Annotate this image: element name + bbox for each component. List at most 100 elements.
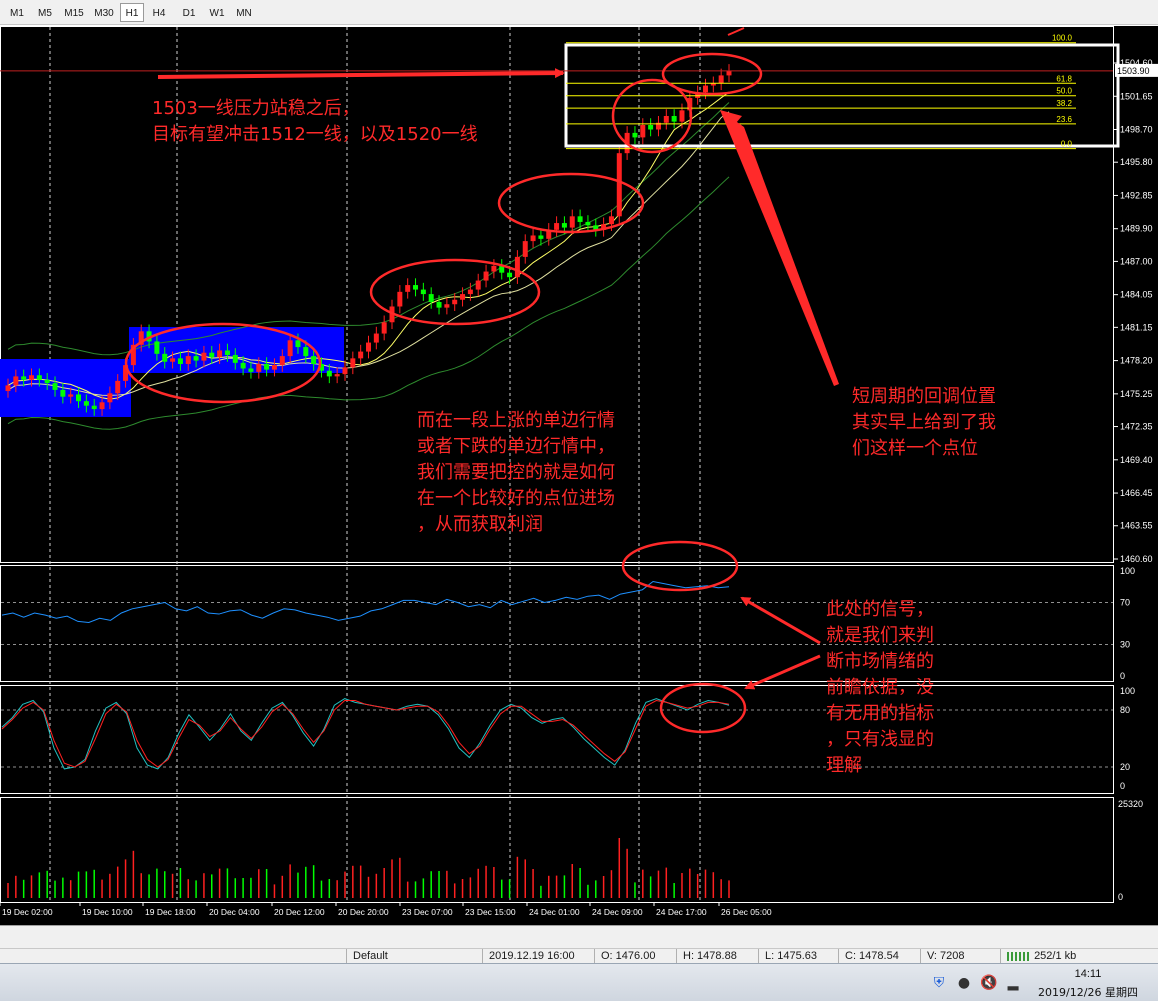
candle-body (326, 370, 332, 377)
candle-body (240, 362, 246, 369)
annotation-indicator-note: 此处的信号， 就是我们来判 断市场情绪的 前瞻依据，没 有无用的指标 ，只有浅显… (826, 599, 934, 776)
status-profile: Default (346, 949, 482, 963)
candle-body (91, 405, 97, 410)
candle-body (232, 354, 238, 363)
price-axis-label: 1469.40 (1120, 455, 1153, 465)
shield-icon[interactable]: ⛨ (930, 974, 948, 992)
candle-body (381, 322, 387, 334)
candle-body (256, 363, 262, 372)
candle-body (475, 280, 481, 290)
time-axis-label: 24 Dec 17:00 (656, 907, 707, 917)
timeframe-button-w1[interactable]: W1 (204, 3, 230, 22)
timeframe-button-mn[interactable]: MN (232, 3, 256, 22)
candle-body (640, 125, 646, 138)
rsi-axis-label: 70 (1120, 598, 1130, 608)
candle-body (36, 375, 42, 380)
price-axis-label: 1495.80 (1120, 157, 1153, 167)
price-axis-label: 1466.45 (1120, 488, 1153, 498)
connection-bars-icon (1007, 951, 1031, 961)
chart-window[interactable]: 100.0 61.8 50.0 38.2 23.6 0.0 1503.90 1504.60 15… (0, 26, 1158, 925)
stoch-pane-frame (0, 685, 1114, 794)
clock-date[interactable]: 2019/12/26 星期四 (1026, 984, 1150, 1000)
candle-body (522, 241, 528, 257)
candle-body (154, 341, 160, 354)
time-axis-label: 20 Dec 12:00 (274, 907, 325, 917)
price-axis-label: 1492.85 (1120, 190, 1153, 200)
penguin-icon[interactable]: ● (955, 974, 973, 992)
timeframe-button-h1[interactable]: H1 (120, 3, 144, 22)
candle-body (358, 351, 364, 359)
annotation-pullback-note: 短周期的回调位置 其实早上给到了我 们这样一个点位 (852, 386, 996, 459)
time-axis-label: 24 Dec 09:00 (592, 907, 643, 917)
candle-body (193, 356, 199, 361)
candle-body (264, 363, 270, 370)
candle-body (99, 402, 105, 410)
clock-time[interactable]: 14:11 (1038, 968, 1138, 980)
price-axis-label: 1478.20 (1120, 356, 1153, 366)
candle-body (5, 385, 11, 392)
candle-body (29, 375, 35, 380)
candle-body (177, 358, 183, 364)
status-close: C: 1478.54 (838, 949, 920, 963)
annotation-arrow-top (727, 27, 745, 36)
candle-body (209, 352, 215, 358)
status-bar: Default 2019.12.19 16:00 O: 1476.00 H: 1… (0, 948, 1158, 963)
timeframe-button-m1[interactable]: M1 (4, 3, 30, 22)
candle-body (21, 376, 27, 380)
status-traffic: 252/1 kb (1000, 949, 1158, 963)
price-axis-label: 1501.65 (1120, 91, 1153, 101)
candle-body (538, 235, 544, 239)
timeframe-button-m5[interactable]: M5 (32, 3, 58, 22)
timeframe-button-d1[interactable]: D1 (176, 3, 202, 22)
network-signal-icon[interactable]: ▂ (1004, 974, 1022, 992)
fib-level-label: 100.0 (1052, 34, 1073, 43)
candle-body (83, 401, 89, 406)
candle-body (217, 350, 223, 358)
candle-body (702, 85, 708, 93)
candle-body (491, 265, 497, 272)
rsi-axis-label: 30 (1120, 640, 1130, 650)
candle-body (514, 256, 520, 278)
price-axis-label: 1475.25 (1120, 389, 1153, 399)
volume-axis-label: 25320 (1118, 799, 1143, 809)
candle-body (224, 350, 230, 355)
candle-body (561, 223, 567, 228)
candle-body (373, 333, 379, 343)
volume-axis-label: 0 (1118, 892, 1123, 902)
time-axis-label: 19 Dec 18:00 (145, 907, 196, 917)
candle-body (483, 271, 489, 281)
candle-body (444, 304, 450, 308)
status-volume: V: 7208 (920, 949, 1000, 963)
timeframe-button-m30[interactable]: M30 (90, 3, 118, 22)
time-axis-label: 20 Dec 20:00 (338, 907, 389, 917)
fib-level-label: 38.2 (1056, 99, 1072, 108)
timeframe-button-h4[interactable]: H4 (146, 3, 172, 22)
annotation-arrow-target (157, 68, 565, 79)
windows-taskbar: ⛨ ● 🔇 ▂ 14:11 2019/12/26 星期四 (0, 963, 1158, 1001)
rsi-line (1, 580, 730, 623)
candle-body (248, 368, 254, 372)
candle-body (303, 347, 309, 357)
speaker-muted-icon[interactable]: 🔇 (980, 974, 998, 992)
stoch-axis-label: 20 (1120, 762, 1130, 772)
status-time: 2019.12.19 16:00 (482, 949, 594, 963)
candle-body (577, 216, 583, 222)
price-axis-label: 1504.60 (1120, 58, 1153, 68)
candle-body (52, 383, 58, 390)
price-axis-label: 1489.90 (1120, 224, 1153, 234)
price-axis-label: 1460.60 (1120, 554, 1153, 564)
time-axis-label: 23 Dec 15:00 (465, 907, 516, 917)
candle-body (460, 294, 466, 300)
candle-body (170, 358, 176, 362)
candle-body (342, 367, 348, 375)
candle-body (76, 394, 82, 402)
traffic-label: 252/1 kb (1034, 950, 1077, 962)
annotation-arrow-pullback (720, 110, 839, 386)
candle-body (436, 301, 442, 308)
fib-level-label: 50.0 (1056, 87, 1072, 96)
candle-body (585, 221, 591, 226)
timeframe-button-m15[interactable]: M15 (60, 3, 88, 22)
time-axis-label: 23 Dec 07:00 (402, 907, 453, 917)
annotation-ellipse-3 (611, 78, 693, 154)
price-axis-label: 1498.70 (1120, 125, 1153, 135)
